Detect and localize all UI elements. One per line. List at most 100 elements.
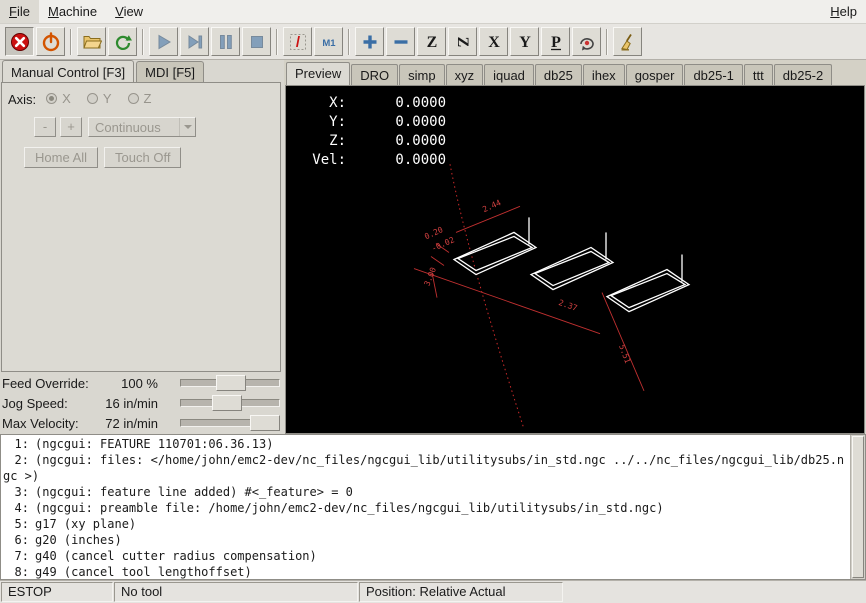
- zoom-out-button[interactable]: [386, 27, 415, 56]
- reload-file-button[interactable]: [108, 27, 137, 56]
- menu-machine[interactable]: Machine: [39, 0, 106, 23]
- tab-ihex[interactable]: ihex: [583, 64, 625, 85]
- log-line-text: (ngcgui: files: </home/john/emc2-dev/nc_…: [35, 453, 844, 467]
- log-line-text: g20 (inches): [35, 533, 122, 547]
- tab-mdi-f5-[interactable]: MDI [F5]: [136, 61, 204, 82]
- log-scrollbar[interactable]: [850, 435, 865, 579]
- home-all-button[interactable]: Home All: [24, 147, 98, 168]
- axis-radio-y[interactable]: Y: [87, 91, 112, 106]
- slider-thumb[interactable]: [216, 375, 246, 391]
- axis-radio-z[interactable]: Z: [128, 91, 152, 106]
- svg-text:/: /: [295, 34, 300, 51]
- toolbar-separator: [142, 29, 144, 55]
- dro-value: 0.0000: [346, 94, 446, 113]
- pause-button[interactable]: [211, 27, 240, 56]
- feed-override-slider[interactable]: [180, 375, 280, 391]
- axis-radio-label: X: [62, 91, 71, 106]
- dro-label: Vel:: [300, 151, 346, 170]
- dimension-labels: 2.440.20-0.023.002.375.51: [423, 198, 633, 365]
- log-line-number: 4:: [3, 500, 29, 516]
- tab-db25-2[interactable]: db25-2: [774, 64, 832, 85]
- zoom-in-button[interactable]: [355, 27, 384, 56]
- svg-text:X: X: [488, 34, 500, 51]
- view-rotated-top-button[interactable]: Z: [448, 27, 477, 56]
- tab-xyz[interactable]: xyz: [446, 64, 484, 85]
- log-line-text: gc >): [3, 469, 39, 483]
- side-view-icon: X: [484, 32, 504, 52]
- radio-dot: [128, 93, 139, 104]
- view-side-button[interactable]: X: [479, 27, 508, 56]
- slider-thumb[interactable]: [250, 415, 280, 431]
- max-velocity-slider[interactable]: [180, 415, 280, 431]
- view-perspective-button[interactable]: P: [541, 27, 570, 56]
- axis-radio-x[interactable]: X: [46, 91, 71, 106]
- log-line-text: g17 (xy plane): [35, 517, 136, 531]
- status-filler: [564, 582, 864, 602]
- run-button[interactable]: [149, 27, 178, 56]
- menu-bar: FileMachineView Help: [0, 0, 866, 24]
- tab-iquad[interactable]: iquad: [484, 64, 534, 85]
- stop-button[interactable]: [242, 27, 271, 56]
- open-file-button[interactable]: [77, 27, 106, 56]
- step-button[interactable]: [180, 27, 209, 56]
- power-icon: [41, 32, 61, 52]
- toggle-skip-lines-button[interactable]: /: [283, 27, 312, 56]
- jog-minus-button[interactable]: -: [34, 117, 56, 137]
- log-line: 4: (ngcgui: preamble file: /home/john/emc…: [3, 500, 863, 516]
- menu-help[interactable]: Help: [821, 0, 866, 23]
- log-line-number: 8:: [3, 564, 29, 580]
- estop-button[interactable]: [5, 27, 34, 56]
- tab-db25-1[interactable]: db25-1: [684, 64, 742, 85]
- log-line-number: 7:: [3, 548, 29, 564]
- estop-icon: [10, 32, 30, 52]
- svg-text:Y: Y: [519, 34, 531, 51]
- tab-preview[interactable]: Preview: [286, 62, 350, 85]
- tab-dro[interactable]: DRO: [351, 64, 398, 85]
- tab-simp[interactable]: simp: [399, 64, 444, 85]
- menu-file[interactable]: File: [0, 0, 39, 23]
- dimension-label: 2.37: [557, 298, 578, 313]
- log-line-text: g49 (cancel tool lengthoffset): [35, 565, 252, 579]
- tab-db25[interactable]: db25: [535, 64, 582, 85]
- pause-icon: [216, 32, 236, 52]
- svg-text:P: P: [551, 34, 561, 51]
- view-top-button[interactable]: Z: [417, 27, 446, 56]
- tab-ttt[interactable]: ttt: [744, 64, 773, 85]
- toolbar-separator: [70, 29, 72, 55]
- dro-row-vel: Vel:0.0000: [300, 151, 446, 170]
- toolbar-separator: [348, 29, 350, 55]
- front-view-icon: Y: [515, 32, 535, 52]
- tab-gosper[interactable]: gosper: [626, 64, 684, 85]
- block-delete-icon: /: [288, 32, 308, 52]
- jog-mode-select[interactable]: Continuous: [88, 117, 196, 137]
- log-line-text: (ngcgui: preamble file: /home/john/emc2-…: [35, 501, 664, 515]
- axis-radio-group: X Y Z: [46, 91, 167, 107]
- preview-canvas[interactable]: 2.440.20-0.023.002.375.51 X:0.0000Y:0.00…: [285, 85, 865, 434]
- dro-row-x: X:0.0000: [300, 94, 446, 113]
- max-velocity-row: Max Velocity:72 in/min: [0, 413, 282, 433]
- toggle-optional-pause-button[interactable]: M1: [314, 27, 343, 56]
- touch-off-button[interactable]: Touch Off: [104, 147, 181, 168]
- log-line-number: 1:: [3, 436, 29, 452]
- log-scrollbar-thumb[interactable]: [852, 436, 864, 578]
- preview-panel: PreviewDROsimpxyziquaddb25ihexgosperdb25…: [284, 60, 866, 434]
- tab-manual-control-f3-[interactable]: Manual Control [F3]: [2, 60, 134, 82]
- log-line-number: 2:: [3, 452, 29, 468]
- jog-plus-button[interactable]: +: [60, 117, 82, 137]
- clear-plot-button[interactable]: [613, 27, 642, 56]
- machine-power-button[interactable]: [36, 27, 65, 56]
- reload-icon: [113, 32, 133, 52]
- menu-view[interactable]: View: [106, 0, 152, 23]
- gcode-log[interactable]: 1: (ngcgui: FEATURE 110701:06.36.13) 2: (ng…: [0, 434, 866, 580]
- view-front-button[interactable]: Y: [510, 27, 539, 56]
- log-line-number: 3:: [3, 484, 29, 500]
- slider-thumb[interactable]: [212, 395, 242, 411]
- jog-speed-value: 16 in/min: [96, 396, 166, 411]
- jog-speed-slider[interactable]: [180, 395, 280, 411]
- status-bar: ESTOP No tool Position: Relative Actual: [0, 580, 866, 603]
- max-velocity-label: Max Velocity:: [2, 416, 96, 431]
- axis-label: Axis:: [8, 92, 36, 107]
- rotate-mode-button[interactable]: [572, 27, 601, 56]
- dro-value: 0.0000: [346, 151, 446, 170]
- log-line-text: (ngcgui: FEATURE 110701:06.36.13): [35, 437, 273, 451]
